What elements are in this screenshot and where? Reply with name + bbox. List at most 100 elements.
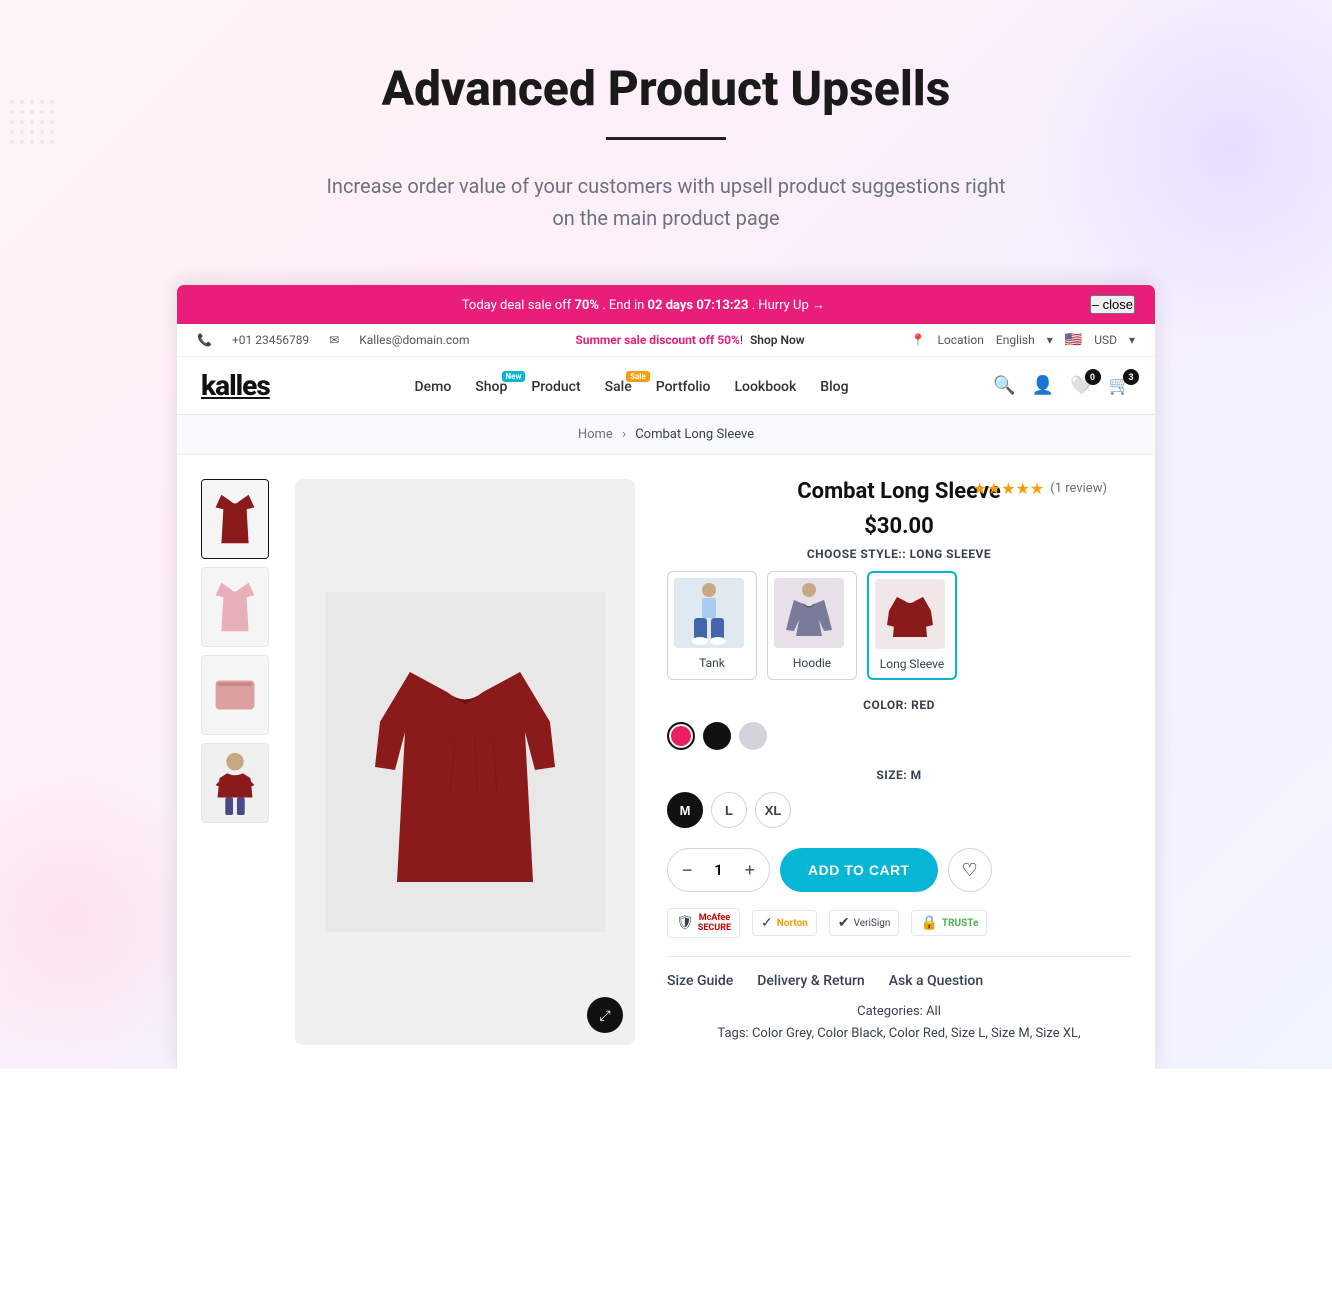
style-img-hoodie	[774, 578, 844, 648]
categories-row: Categories: All	[667, 1001, 1131, 1023]
nav-link-demo[interactable]: Demo	[414, 379, 451, 395]
email-icon: ✉	[329, 333, 339, 347]
expand-image-button[interactable]: ⤢	[587, 997, 623, 1033]
product-rating: ★★★★★ (1 review)	[973, 479, 1107, 498]
size-options: M L XL	[667, 792, 1131, 828]
badge-norton: ✓ Norton	[752, 910, 817, 936]
product-section: ⤢ Combat Long Sleeve $30.00 ★★★★★ (1 rev…	[177, 455, 1155, 1069]
mcafee-icon: 🛡	[676, 915, 694, 931]
search-button[interactable]: 🔍	[993, 375, 1015, 396]
add-to-cart-button[interactable]: ADD TO CART	[780, 848, 938, 892]
logo[interactable]: kalles	[201, 369, 270, 402]
thumbnail-2[interactable]	[201, 567, 269, 647]
wishlist-button[interactable]: 🤍 0	[1070, 375, 1092, 396]
wishlist-toggle-button[interactable]: ♡	[948, 848, 992, 892]
currency-label[interactable]: USD	[1094, 333, 1117, 347]
verisign-icon: ✔	[838, 915, 850, 931]
hero-divider	[606, 137, 726, 140]
nav-link-portfolio[interactable]: Portfolio	[656, 379, 711, 395]
verisign-label: VeriSign	[854, 918, 891, 929]
nav-link-sale[interactable]: SaleSale	[605, 379, 632, 395]
cart-button[interactable]: 🛒 3	[1109, 375, 1131, 396]
nav-item-portfolio: Portfolio	[656, 376, 711, 395]
announcement-discount: 70%	[574, 298, 599, 313]
announcement-after: . Hurry Up →	[752, 298, 825, 313]
size-btn-xl[interactable]: XL	[755, 792, 791, 828]
top-bar-left: 📞 +01 23456789 ✉ Kalles@domain.com	[197, 333, 470, 347]
style-img-tank	[674, 578, 744, 648]
summer-sale-text: Summer sale discount off 50%! Shop Now	[470, 333, 911, 347]
announcement-before: Today deal sale off	[462, 298, 575, 313]
summer-sale-discount: 50%	[717, 333, 740, 347]
announcement-bar: Today deal sale off 70% . End in 02 days…	[177, 285, 1155, 324]
breadcrumb-separator: ›	[622, 427, 626, 442]
wishlist-count: 0	[1085, 369, 1101, 385]
style-option-hoodie[interactable]: Hoodie	[767, 571, 857, 680]
main-navigation: kalles Demo ShopNew Product SaleSale Por…	[177, 357, 1155, 415]
nav-item-lookbook: Lookbook	[734, 376, 796, 395]
product-header-row: Combat Long Sleeve $30.00 ★★★★★ (1 revie…	[667, 479, 1131, 547]
email-address: Kalles@domain.com	[359, 333, 469, 347]
nav-item-sale: SaleSale	[605, 376, 632, 395]
quantity-control: − 1 +	[667, 848, 770, 892]
shop-badge: New	[502, 371, 526, 382]
categories-label: Categories:	[857, 1004, 923, 1019]
color-swatch-red[interactable]	[667, 722, 695, 750]
nav-link-shop[interactable]: ShopNew	[475, 379, 507, 395]
norton-icon: ✓	[761, 915, 773, 931]
size-label: SIZE: M	[667, 768, 1131, 782]
style-longsleeve-label: Long Sleeve	[880, 657, 944, 671]
thumbnail-4[interactable]	[201, 743, 269, 823]
main-product-image: ⤢	[295, 479, 635, 1045]
truste-icon: 🔒	[920, 915, 937, 931]
nav-link-blog[interactable]: Blog	[820, 379, 848, 395]
flag-icon: 🇺🇸	[1065, 332, 1082, 348]
shop-now-link[interactable]: Shop Now	[750, 333, 805, 347]
style-option-tank[interactable]: Tank	[667, 571, 757, 680]
nav-link-product[interactable]: Product	[531, 379, 580, 395]
cart-count: 3	[1123, 369, 1139, 385]
hero-section: Advanced Product Upsells Increase order …	[0, 0, 1332, 1069]
qty-increase-button[interactable]: +	[731, 849, 770, 891]
product-shirt-svg	[325, 592, 605, 932]
breadcrumb: Home › Combat Long Sleeve	[177, 415, 1155, 455]
announcement-countdown: 02 days 07:13:23	[648, 298, 749, 313]
tags-value: Color Grey, Color Black, Color Red, Size…	[752, 1026, 1081, 1041]
tab-size-guide[interactable]: Size Guide	[667, 973, 733, 989]
qty-decrease-button[interactable]: −	[668, 849, 707, 891]
style-option-longsleeve[interactable]: Long Sleeve	[867, 571, 957, 680]
star-icons: ★★★★★	[973, 479, 1045, 498]
tab-ask-question[interactable]: Ask a Question	[889, 973, 983, 989]
account-button[interactable]: 👤	[1032, 375, 1054, 396]
badge-verisign: ✔ VeriSign	[829, 910, 900, 936]
norton-label: Norton	[777, 918, 808, 929]
style-img-longsleeve	[875, 579, 945, 649]
nav-item-product: Product	[531, 376, 580, 395]
color-label: COLOR: RED	[667, 698, 1131, 712]
announcement-text: Today deal sale off 70% . End in 02 days…	[197, 297, 1090, 313]
color-swatch-black[interactable]	[703, 722, 731, 750]
language-chevron-icon: ▾	[1047, 333, 1053, 347]
size-btn-l[interactable]: L	[711, 792, 747, 828]
qty-value: 1	[707, 861, 731, 879]
thumbnail-1[interactable]	[201, 479, 269, 559]
announcement-close-button[interactable]: – close	[1090, 295, 1135, 314]
truste-label: TRUSTe	[942, 918, 979, 929]
product-tabs: Size Guide Delivery & Return Ask a Quest…	[667, 956, 1131, 989]
color-swatch-grey[interactable]	[739, 722, 767, 750]
nav-icons: 🔍 👤 🤍 0 🛒 3	[993, 375, 1131, 396]
tab-delivery-return[interactable]: Delivery & Return	[757, 973, 865, 989]
location-icon: 📍	[911, 333, 926, 347]
size-btn-m[interactable]: M	[667, 792, 703, 828]
sale-badge: Sale	[626, 371, 650, 382]
top-bar-right: 📍 Location English ▾ 🇺🇸 USD ▾	[911, 332, 1136, 348]
mcafee-label: McAfeeSECURE	[698, 913, 731, 933]
breadcrumb-home[interactable]: Home	[578, 427, 613, 442]
language-selector[interactable]: English	[996, 333, 1035, 347]
badge-mcafee: 🛡 McAfeeSECURE	[667, 908, 740, 938]
phone-icon: 📞	[197, 333, 212, 347]
nav-item-blog: Blog	[820, 376, 848, 395]
thumbnail-3[interactable]	[201, 655, 269, 735]
nav-link-lookbook[interactable]: Lookbook	[734, 379, 796, 395]
style-label: CHOOSE STYLE:: LONG SLEEVE	[667, 547, 1131, 561]
